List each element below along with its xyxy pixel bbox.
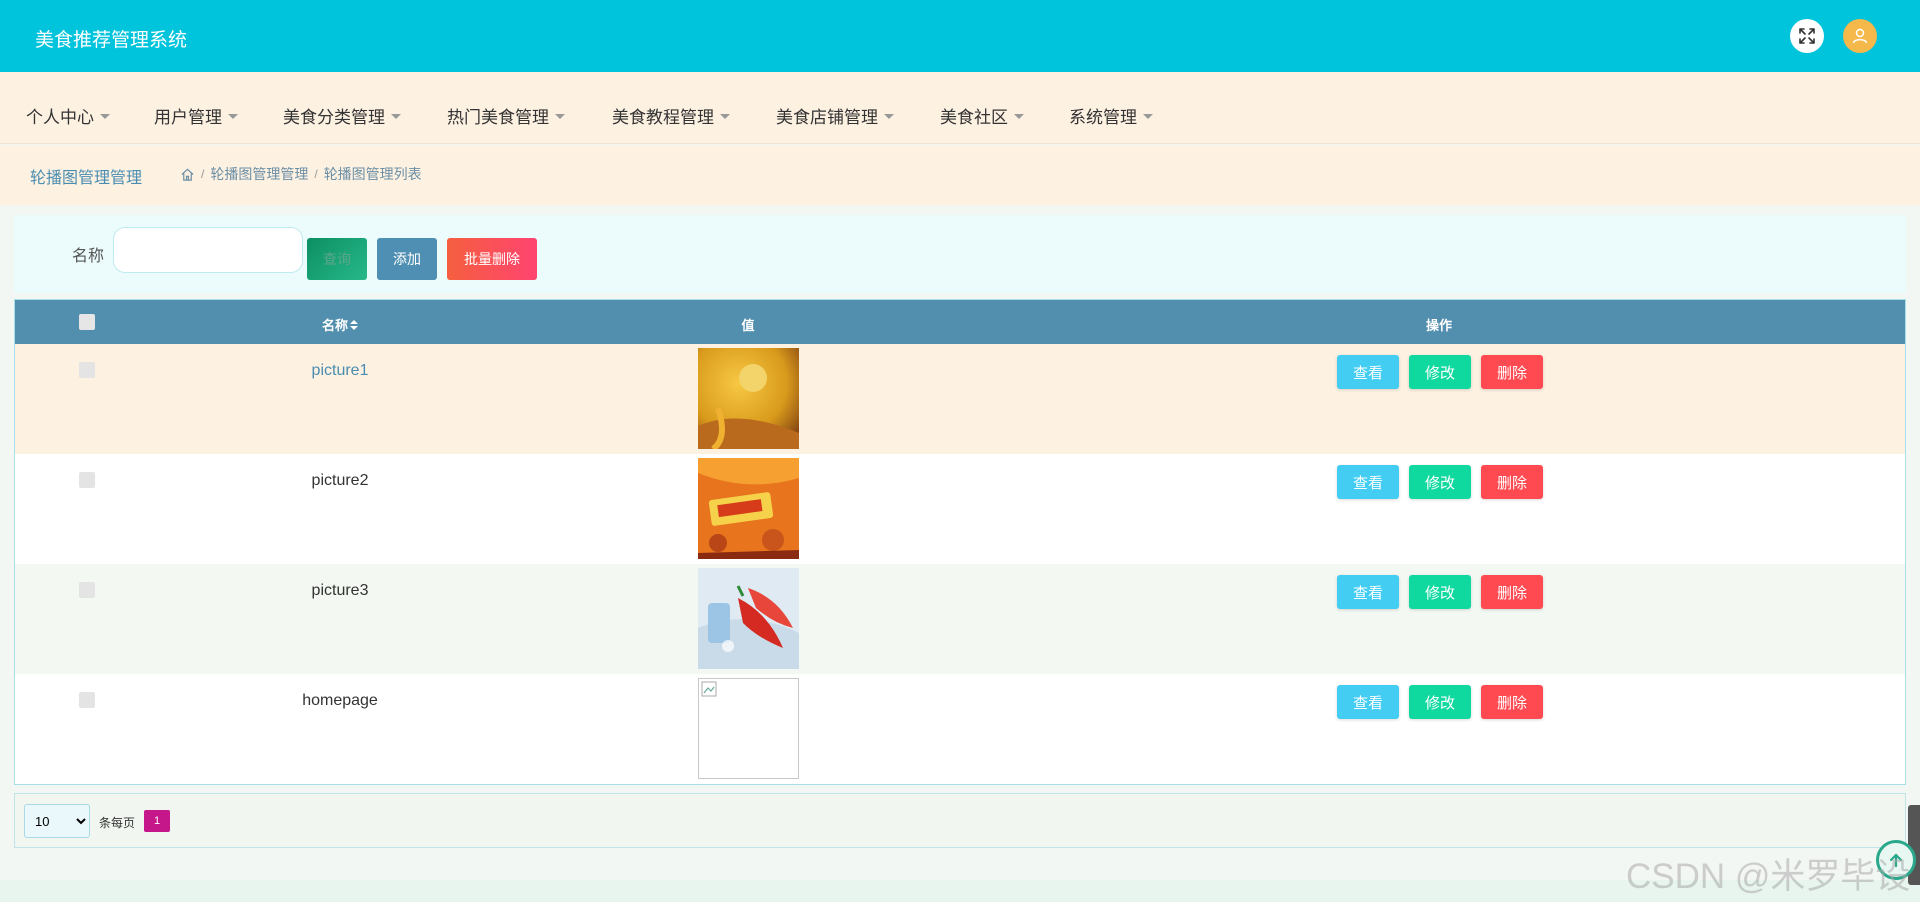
breadcrumb: / 轮播图管理管理 / 轮播图管理列表 bbox=[180, 164, 422, 184]
edit-button[interactable]: 修改 bbox=[1409, 355, 1471, 389]
delete-button[interactable]: 删除 bbox=[1481, 355, 1543, 389]
nav-item-label: 个人中心 bbox=[26, 108, 94, 127]
view-button[interactable]: 查看 bbox=[1337, 685, 1399, 719]
food-banner-image bbox=[698, 458, 799, 559]
nav-item-food-tutorial[interactable]: 美食教程管理 bbox=[612, 103, 730, 128]
nav-item-food-store[interactable]: 美食店铺管理 bbox=[776, 103, 894, 128]
row-name: homepage bbox=[302, 692, 378, 709]
top-header: 美食推荐管理系统 bbox=[0, 0, 1920, 72]
page-title: 轮播图管理管理 bbox=[30, 170, 143, 187]
column-header-value: 值 bbox=[741, 318, 755, 333]
chevron-down-icon bbox=[100, 114, 110, 120]
table-row: picture3 查看 修改 删除 bbox=[15, 564, 1905, 674]
red-chili-image bbox=[698, 568, 799, 669]
chevron-down-icon bbox=[1014, 114, 1024, 120]
row-checkbox[interactable] bbox=[79, 362, 95, 378]
chevron-down-icon bbox=[555, 114, 565, 120]
nav-item-food-category[interactable]: 美食分类管理 bbox=[283, 103, 401, 128]
edit-button[interactable]: 修改 bbox=[1409, 685, 1471, 719]
user-avatar-icon[interactable] bbox=[1843, 19, 1877, 53]
nav-item-food-community[interactable]: 美食社区 bbox=[940, 103, 1024, 128]
view-button[interactable]: 查看 bbox=[1337, 355, 1399, 389]
breadcrumb-separator: / bbox=[201, 167, 205, 181]
column-header-name[interactable]: 名称 bbox=[321, 315, 359, 334]
query-button[interactable]: 查询 bbox=[307, 238, 367, 280]
food-banner-photo bbox=[698, 458, 799, 559]
soup-food-image bbox=[698, 348, 799, 449]
watermark: CSDN @米罗毕设 bbox=[1626, 857, 1911, 896]
chevron-down-icon bbox=[228, 114, 238, 120]
row-checkbox[interactable] bbox=[79, 692, 95, 708]
row-checkbox[interactable] bbox=[79, 472, 95, 488]
nav-item-label: 用户管理 bbox=[154, 108, 222, 127]
expand-arrows-icon bbox=[1799, 28, 1815, 44]
chevron-down-icon bbox=[720, 114, 730, 120]
page-button-current[interactable]: 1 bbox=[144, 810, 170, 832]
column-header-label: 名称 bbox=[321, 318, 349, 333]
nav-item-system-management[interactable]: 系统管理 bbox=[1069, 103, 1153, 128]
add-button[interactable]: 添加 bbox=[377, 238, 437, 280]
chevron-down-icon bbox=[391, 114, 401, 120]
select-all-checkbox[interactable] bbox=[79, 314, 95, 330]
per-page-label: 条每页 bbox=[99, 816, 136, 830]
edit-button[interactable]: 修改 bbox=[1409, 575, 1471, 609]
breadcrumb-item[interactable]: 轮播图管理管理 bbox=[210, 164, 308, 184]
table-row: picture1 查看 修改 删除 bbox=[15, 344, 1905, 454]
red-chili-photo bbox=[698, 568, 799, 669]
breadcrumb-bar: 轮播图管理管理 / 轮播图管理管理 / 轮播图管理列表 bbox=[0, 145, 1920, 205]
user-icon bbox=[1852, 28, 1868, 44]
nav-item-label: 美食社区 bbox=[940, 108, 1008, 127]
app-title: 美食推荐管理系统 bbox=[35, 30, 188, 51]
nav-item-label: 美食教程管理 bbox=[612, 108, 714, 127]
edit-button[interactable]: 修改 bbox=[1409, 465, 1471, 499]
nav-item-personal-center[interactable]: 个人中心 bbox=[26, 103, 110, 128]
breadcrumb-separator: / bbox=[314, 167, 318, 181]
row-name: picture2 bbox=[311, 472, 369, 489]
delete-button[interactable]: 删除 bbox=[1481, 465, 1543, 499]
nav-item-label: 热门美食管理 bbox=[447, 108, 549, 127]
table-header: 名称 值 操作 bbox=[15, 300, 1905, 344]
soup-food-photo bbox=[698, 348, 799, 449]
nav-item-label: 美食店铺管理 bbox=[776, 108, 878, 127]
name-label: 名称 bbox=[72, 248, 105, 265]
fullscreen-icon[interactable] bbox=[1790, 19, 1824, 53]
row-name: picture1 bbox=[311, 362, 369, 379]
nav-item-label: 系统管理 bbox=[1069, 108, 1137, 127]
nav-item-user-management[interactable]: 用户管理 bbox=[154, 103, 238, 128]
column-header-actions: 操作 bbox=[1425, 318, 1453, 333]
broken-image-icon bbox=[701, 681, 717, 697]
data-table: 名称 值 操作 picture1 查看 修改 删除 picture2 查看 修改… bbox=[14, 299, 1906, 785]
search-panel: 名称 查询 添加 批量删除 bbox=[14, 215, 1906, 293]
row-name: picture3 bbox=[311, 582, 369, 599]
name-search-input[interactable] bbox=[113, 227, 303, 273]
nav-item-label: 美食分类管理 bbox=[283, 108, 385, 127]
delete-button[interactable]: 删除 bbox=[1481, 575, 1543, 609]
view-button[interactable]: 查看 bbox=[1337, 575, 1399, 609]
chevron-down-icon bbox=[1143, 114, 1153, 120]
delete-button[interactable]: 删除 bbox=[1481, 685, 1543, 719]
breadcrumb-item: 轮播图管理列表 bbox=[323, 166, 422, 182]
main-nav: 个人中心 用户管理 美食分类管理 热门美食管理 美食教程管理 美食店铺管理 美食… bbox=[0, 72, 1920, 144]
table-row: homepage 查看 修改 删除 bbox=[15, 674, 1905, 784]
batch-delete-button[interactable]: 批量删除 bbox=[447, 238, 537, 280]
sort-icon[interactable] bbox=[350, 320, 359, 330]
page-size-select[interactable]: 10 bbox=[24, 804, 90, 838]
home-icon[interactable] bbox=[180, 167, 195, 182]
chevron-down-icon bbox=[884, 114, 894, 120]
nav-item-hot-food[interactable]: 热门美食管理 bbox=[447, 103, 565, 128]
pagination: 10 条每页 1 bbox=[14, 793, 1906, 848]
row-checkbox[interactable] bbox=[79, 582, 95, 598]
view-button[interactable]: 查看 bbox=[1337, 465, 1399, 499]
broken-image bbox=[698, 678, 799, 779]
table-row: picture2 查看 修改 删除 bbox=[15, 454, 1905, 564]
